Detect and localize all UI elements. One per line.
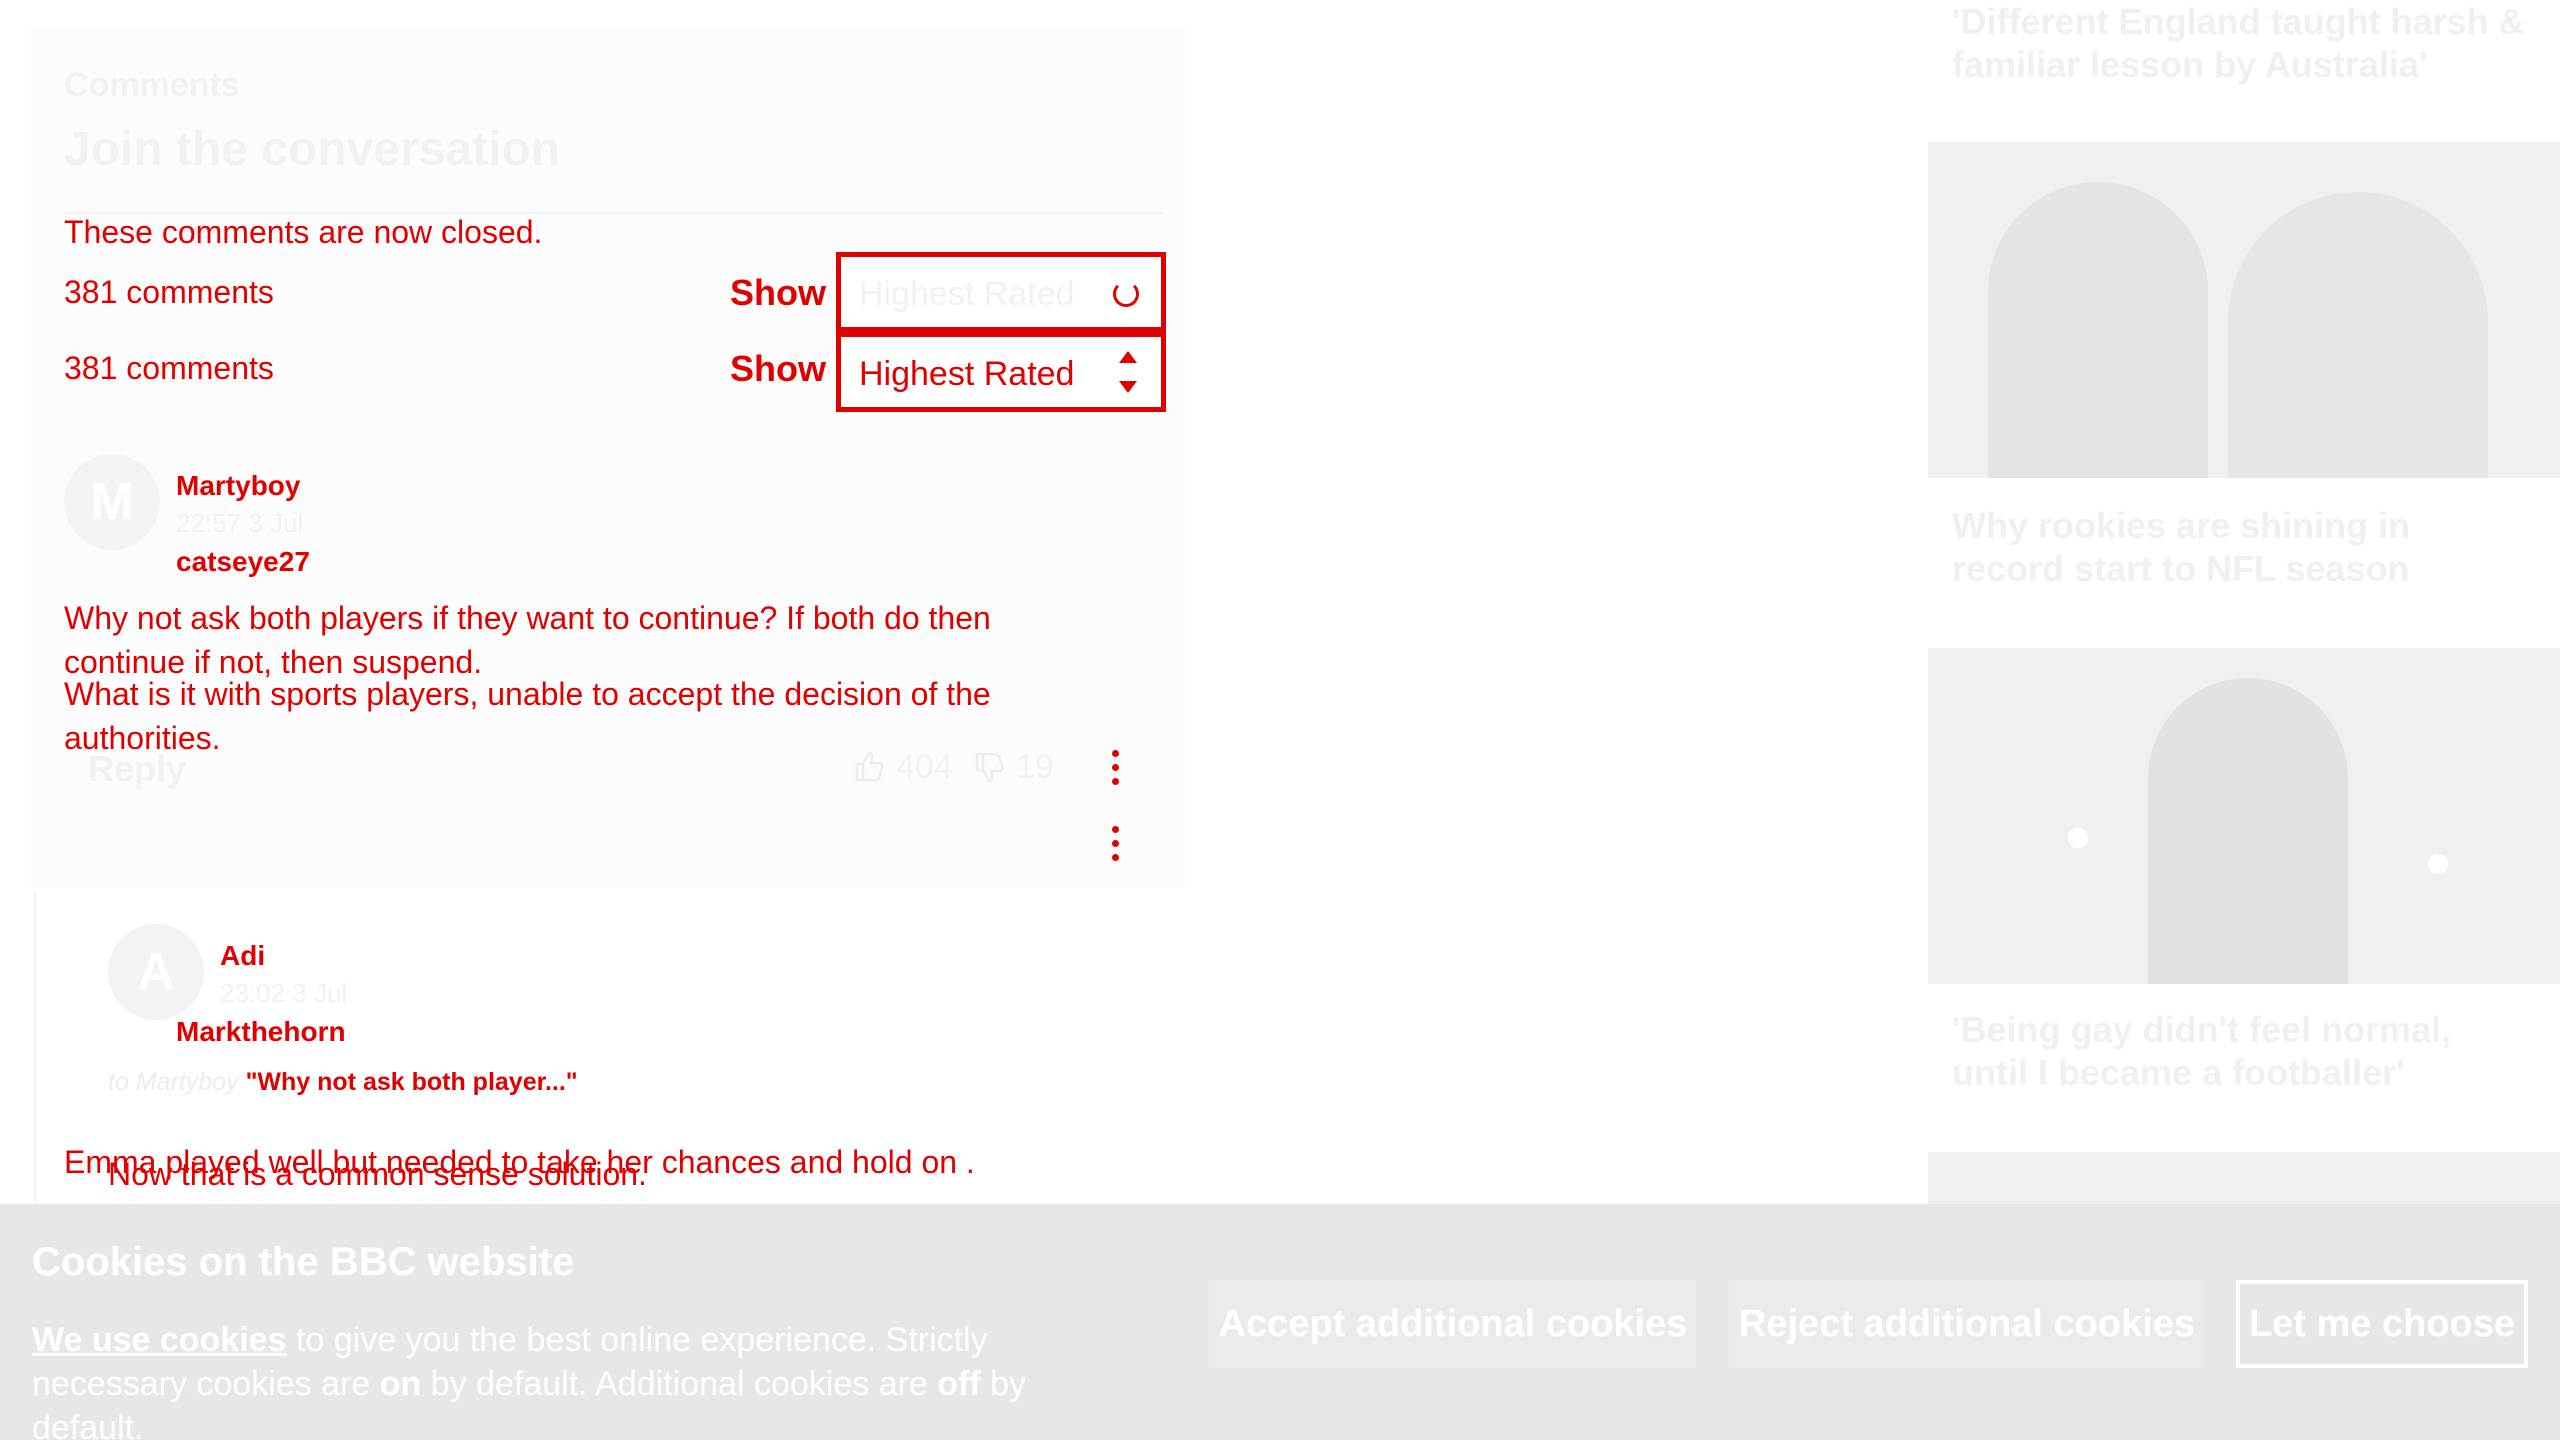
- cookie-banner-title: Cookies on the BBC website: [32, 1240, 575, 1284]
- sort-arrows-icon: [1119, 351, 1137, 393]
- show-label: Show: [730, 272, 826, 313]
- reply-button[interactable]: Reply: [88, 748, 186, 790]
- comment-body: Why not ask both players if they want to…: [64, 600, 991, 680]
- comment-count: 381 comments: [64, 274, 274, 310]
- sidebar-headline[interactable]: 'Different England taught harsh & famili…: [1952, 0, 2532, 86]
- cookie-off-word: off: [937, 1365, 981, 1403]
- like-count: 404: [896, 748, 953, 786]
- overlay-comment-author[interactable]: catseye27: [176, 546, 310, 578]
- overlay-reply-author[interactable]: Markthehorn: [176, 1016, 346, 1048]
- more-options-icon[interactable]: [1111, 826, 1119, 862]
- overlay-reply-body: Emma played well but needed to take her …: [64, 1144, 975, 1180]
- overlay-comment-body: What is it with sports players, unable t…: [64, 676, 991, 756]
- cookie-policy-link[interactable]: We use cookies: [32, 1321, 287, 1359]
- reply-thread-line: [34, 892, 36, 1204]
- sidebar-image[interactable]: [1928, 1152, 2560, 1204]
- more-options-icon[interactable]: [1111, 750, 1119, 786]
- comment-author[interactable]: Martyboy: [176, 470, 300, 502]
- loading-spinner-icon: [1113, 281, 1139, 307]
- dislike-count: 19: [1016, 748, 1054, 786]
- comment-count: 381 comments: [64, 350, 274, 386]
- comments-closed-notice: These comments are now closed.: [64, 214, 543, 250]
- show-label: Show: [730, 348, 826, 389]
- let-me-choose-button[interactable]: Let me choose: [2236, 1280, 2528, 1368]
- sidebar-image-nfl[interactable]: [1928, 142, 2560, 478]
- comment-timestamp: 22:57 3 Jul: [176, 508, 304, 538]
- sort-select[interactable]: Highest Rated: [836, 332, 1166, 412]
- cookie-on-word: on: [379, 1365, 422, 1403]
- cookie-text-part: by default. Additional cookies are: [421, 1365, 938, 1403]
- reply-timestamp: 23:02 3 Jul: [220, 978, 348, 1008]
- sidebar-headline[interactable]: 'Being gay didn't feel normal, until I b…: [1952, 1008, 2532, 1094]
- thumbs-down-icon[interactable]: [974, 752, 1004, 784]
- comments-heading: Join the conversation: [64, 123, 561, 176]
- reply-quote: "Why not ask both player...": [245, 1068, 578, 1096]
- sidebar-headline[interactable]: Why rookies are shining in record start …: [1952, 504, 2532, 590]
- comments-heading-small: Comments: [64, 66, 240, 104]
- sort-select-value: Highest Rated: [859, 355, 1075, 393]
- reject-cookies-button[interactable]: Reject additional cookies: [1730, 1280, 2204, 1368]
- reply-context: to Martyboy "Why not ask both player...": [108, 1068, 578, 1097]
- reply-author[interactable]: Adi: [220, 940, 265, 972]
- accept-cookies-button[interactable]: Accept additional cookies: [1210, 1280, 1696, 1368]
- sort-select-loading[interactable]: Highest Rated: [836, 252, 1166, 332]
- avatar: A: [108, 924, 204, 1020]
- thumbs-up-icon[interactable]: [854, 750, 884, 782]
- reply-to-prefix[interactable]: to Martyboy: [108, 1068, 239, 1096]
- sort-select-value: Highest Rated: [859, 275, 1075, 313]
- sidebar-image-footballer[interactable]: [1928, 648, 2560, 984]
- cookie-banner-text: We use cookies to give you the best onli…: [32, 1318, 1132, 1450]
- avatar: M: [64, 454, 160, 550]
